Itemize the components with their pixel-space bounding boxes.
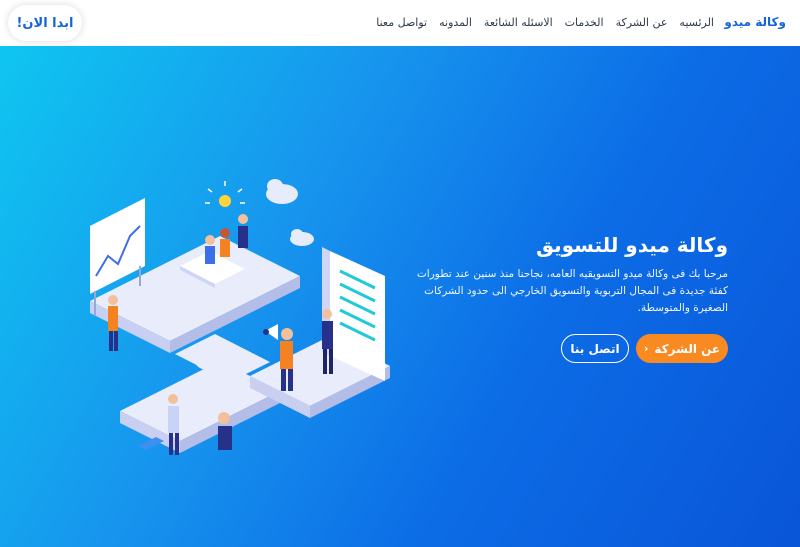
contact-us-button[interactable]: اتصل بنا — [561, 334, 629, 363]
lightbulb-icon — [205, 181, 245, 207]
nav-item-services[interactable]: الخدمات — [565, 16, 604, 29]
about-company-label: عن الشركة — [654, 341, 721, 356]
cloud-icon — [266, 179, 314, 246]
nav-menu: الرئسيه عن الشركة الخدمات الاسئله الشائع… — [376, 16, 714, 29]
hero-section: وكالة ميدو للتسويق مرحبا بك فى وكالة ميد… — [0, 46, 800, 547]
top-navbar: وكالة ميدو الرئسيه عن الشركة الخدمات الا… — [0, 0, 800, 46]
megaphone-icon — [263, 324, 278, 340]
contact-us-label: اتصل بنا — [570, 341, 620, 356]
hero-title: وكالة ميدو للتسويق — [536, 233, 728, 257]
brand-logo[interactable]: وكالة ميدو — [724, 15, 786, 29]
teamwork-puzzle-illustration — [90, 179, 390, 455]
chevron-left-icon: ‹ — [643, 342, 649, 355]
get-started-button[interactable]: ابدا الان! — [8, 5, 82, 41]
nav-item-blog[interactable]: المدونه — [439, 16, 472, 29]
nav-item-faq[interactable]: الاسئله الشائعة — [484, 16, 553, 29]
hero-text-block: وكالة ميدو للتسويق مرحبا بك فى وكالة ميد… — [398, 232, 728, 317]
about-company-button[interactable]: عن الشركة ‹ — [636, 334, 728, 363]
nav-item-contact[interactable]: تواصل معنا — [376, 16, 427, 29]
nav-item-about[interactable]: عن الشركة — [616, 16, 668, 29]
nav-item-home[interactable]: الرئسيه — [679, 16, 714, 29]
hero-description: مرحبا بك فى وكالة ميدو التسويقيه العامه،… — [416, 268, 728, 314]
